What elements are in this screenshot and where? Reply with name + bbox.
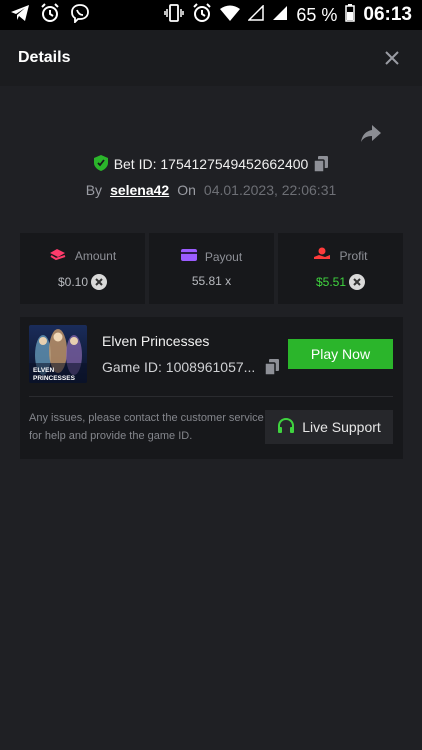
close-icon: [385, 51, 399, 65]
wifi-icon: [220, 5, 241, 26]
username-link[interactable]: selena42: [110, 182, 169, 198]
live-support-button[interactable]: Live Support: [265, 410, 393, 444]
profit-value: $5.51: [315, 275, 347, 289]
vibrate-icon: [164, 3, 185, 27]
game-thumbnail[interactable]: ELVEN PRINCESSES: [29, 325, 87, 383]
battery-percent: 65 %: [296, 4, 338, 25]
game-id-row: Game ID: 1008961057...: [102, 359, 280, 375]
thumb-title-line2: PRINCESSES: [33, 375, 76, 382]
profit-card: Profit $5.51: [278, 233, 403, 304]
amount-card: Amount $0.10: [20, 233, 145, 304]
game-id: Game ID: 1008961057...: [102, 359, 256, 375]
status-bar: 65 % 06:13: [0, 0, 422, 30]
payout-value: 55.81 x: [191, 274, 232, 288]
share-icon: [361, 125, 381, 142]
payout-label: Payout: [204, 249, 243, 264]
play-now-button[interactable]: Play Now: [288, 339, 393, 369]
game-name: Elven Princesses: [102, 333, 210, 349]
copy-game-id-button[interactable]: [265, 359, 280, 375]
profit-icon: [313, 247, 331, 264]
payout-card: Payout 55.81 x: [149, 233, 274, 304]
status-bar-left: [10, 2, 90, 28]
payout-card-icon: [180, 249, 197, 264]
amount-icon: [49, 247, 67, 264]
viber-icon: [70, 3, 90, 28]
bet-id-row: Bet ID: 1754127549452662400: [0, 154, 422, 174]
currency-coin-icon: [91, 274, 108, 290]
signal-icon: [272, 5, 288, 26]
stats-row: Amount $0.10 Payout 55.81 x Profit $5.51: [20, 233, 403, 304]
support-message: Any issues, please contact the customer …: [29, 412, 264, 442]
game-panel: ELVEN PRINCESSES Elven Princesses Game I…: [20, 317, 403, 459]
bet-meta-row: By selena42 On 04.01.2023, 22:06:31: [0, 180, 422, 200]
battery-icon: [345, 3, 356, 27]
bet-id: Bet ID: 1754127549452662400: [113, 156, 309, 172]
share-button[interactable]: [360, 124, 384, 148]
verified-shield-icon: [93, 154, 108, 174]
by-label: By: [85, 182, 103, 198]
amount-label: Amount: [74, 248, 117, 263]
clock: 06:13: [363, 4, 412, 25]
headset-icon: [277, 417, 295, 437]
page-title: Details: [18, 49, 71, 66]
currency-coin-icon: [349, 274, 366, 290]
live-support-label: Live Support: [302, 419, 381, 435]
copy-bet-id-button[interactable]: [314, 156, 329, 172]
profit-label: Profit: [339, 248, 368, 263]
alarm-icon: [40, 2, 60, 28]
alarm-icon: [192, 2, 212, 28]
copy-icon: [265, 359, 280, 375]
telegram-icon: [10, 4, 30, 27]
close-button[interactable]: [380, 46, 404, 70]
divider: [29, 396, 393, 397]
copy-icon: [314, 156, 329, 172]
status-bar-right: 65 % 06:13: [164, 2, 412, 28]
bet-datetime: 04.01.2023, 22:06:31: [203, 182, 337, 198]
details-header: Details: [0, 30, 422, 86]
signal-empty-icon: [247, 3, 265, 26]
on-label: On: [177, 182, 196, 198]
amount-value: $0.10: [57, 275, 89, 289]
thumb-title-line1: ELVEN: [33, 367, 54, 374]
